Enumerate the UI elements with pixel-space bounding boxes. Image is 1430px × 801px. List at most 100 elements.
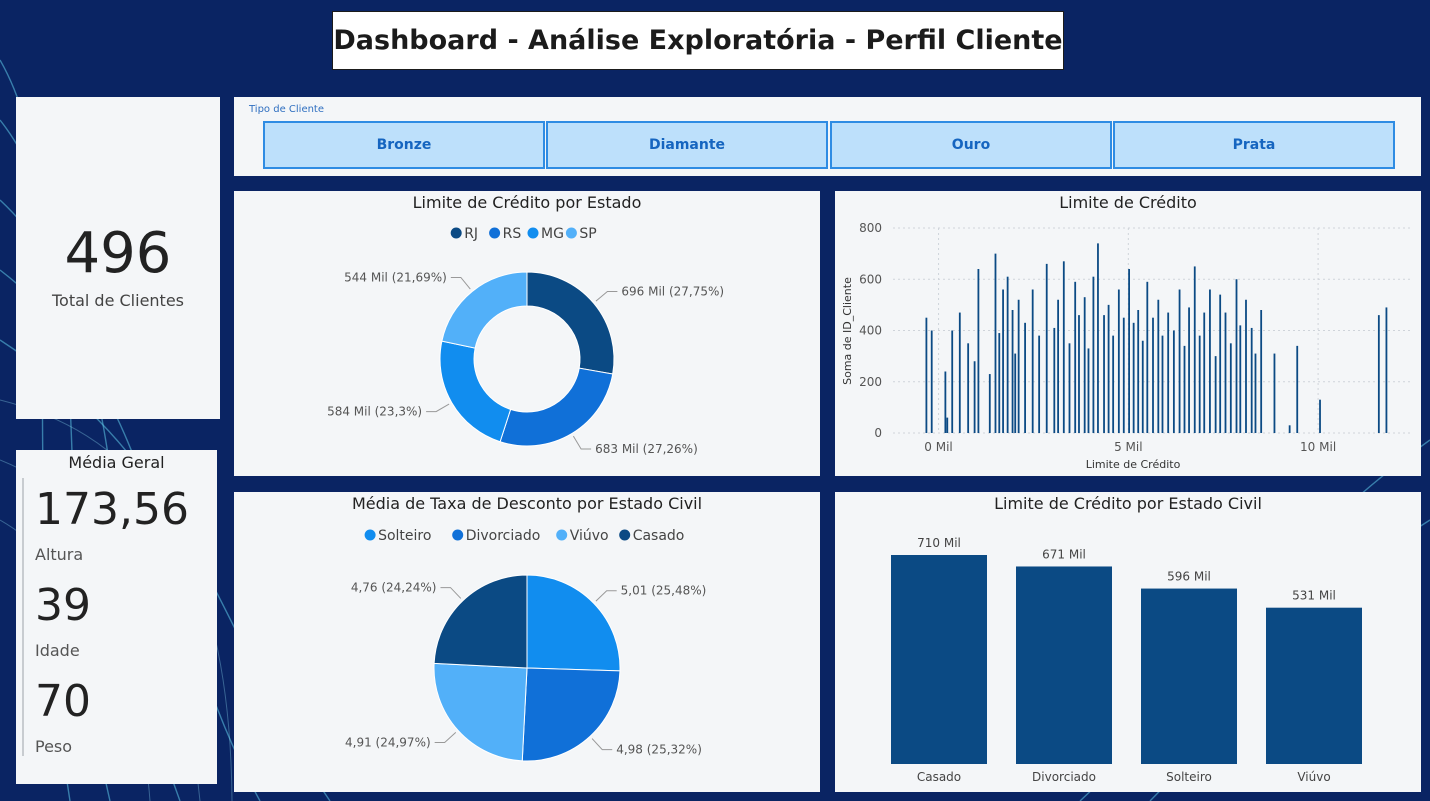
hist-bar <box>1017 299 1020 433</box>
pie-slice-solteiro <box>526 574 621 672</box>
donut-legend-marker-rj <box>450 227 462 239</box>
hist-bar <box>1074 281 1077 433</box>
kpi-total-clientes-label: Total de Clientes <box>51 291 185 310</box>
hist-bar <box>988 374 991 433</box>
pie-legend-marker-casado <box>619 529 631 541</box>
hist-bar <box>1146 281 1149 433</box>
bar-value-label-solteiro: 596 Mil <box>1167 570 1211 584</box>
hist-bar <box>958 312 961 433</box>
bar-category-label-casado: Casado <box>917 770 961 784</box>
hist-bar <box>1224 312 1227 433</box>
kpi-total-clientes-card: 496 Total de Clientes <box>16 97 220 419</box>
pie-label-viuvo: 4,91 (24,97%) <box>345 735 431 749</box>
donut-chart-card: Limite de Crédito por Estado RJ RS MG SP 696… <box>234 191 820 476</box>
hist-bar <box>1068 343 1071 433</box>
hist-bar <box>951 330 954 433</box>
hist-bar <box>1057 299 1060 433</box>
hist-bar <box>1157 299 1160 433</box>
pie-slice-divorciado <box>521 667 621 762</box>
hist-bar <box>1078 315 1080 433</box>
bar-casado <box>891 555 987 764</box>
slicer-label: Tipo de Cliente <box>249 104 325 115</box>
donut-slice-rs <box>499 367 614 447</box>
hist-bar <box>1209 289 1211 433</box>
pie-leader-viuvo <box>434 732 457 743</box>
hist-bar <box>1117 289 1120 433</box>
donut-slice-mg <box>439 340 512 443</box>
hist-bar <box>1045 263 1048 433</box>
slicer-option-bronze[interactable]: Bronze <box>263 121 545 169</box>
hist-bar <box>1219 294 1222 433</box>
bar-divorciado <box>1016 566 1112 764</box>
hist-bar <box>930 330 933 433</box>
bar-value-label-divorciado: 671 Mil <box>1042 547 1086 561</box>
hist-bar <box>1288 425 1291 433</box>
hist-bar <box>1132 322 1135 433</box>
tipo-cliente-slicer: Tipo de Cliente Bronze Diamante Ouro Pra… <box>234 97 1421 176</box>
hist-bar <box>1097 243 1099 433</box>
hist-bar <box>1172 330 1175 433</box>
hist-bar <box>1319 399 1321 433</box>
hist-bar <box>1062 261 1065 433</box>
hist-bar <box>1245 299 1247 433</box>
hist-bar <box>1229 343 1232 433</box>
hist-bar <box>1254 353 1257 433</box>
bar-value-label-casado: 710 Mil <box>917 536 961 550</box>
donut-chart: RJ RS MG SP 696 Mil (27,75%) 683 Mil (27,26%)… <box>327 226 724 456</box>
hist-xtick-0-mil: 0 Mil <box>924 440 952 454</box>
hist-bar <box>1161 335 1164 433</box>
pie-leader-divorciado <box>591 738 613 751</box>
pie-leader-casado <box>440 587 462 599</box>
pie-legend-marker-viuvo <box>556 529 568 541</box>
hist-bar <box>1031 289 1034 433</box>
limite-credito-chart: 0 200 400 600 800 0 Mil 5 Mil 10 Mil Limite de C… <box>841 221 1413 471</box>
hist-bar <box>1214 356 1217 433</box>
donut-legend-label-rs: RS <box>503 226 522 242</box>
hist-xlabel: Limite de Crédito <box>1086 458 1181 471</box>
hist-bar <box>1002 289 1004 433</box>
pie-chart-card: Média de Taxa de Desconto por Estado Civ… <box>234 492 820 792</box>
media-peso-value: 70 <box>35 676 91 727</box>
hist-bar <box>1024 322 1026 433</box>
donut-label-rs: 683 Mil (27,26%) <box>595 442 698 456</box>
hist-bar <box>1087 348 1090 433</box>
hist-bar <box>1107 304 1110 433</box>
hist-bar <box>994 253 997 433</box>
media-geral-title: Média Geral <box>68 453 165 472</box>
bar-solteiro <box>1141 588 1237 764</box>
pie-legend-label-viuvo: Viúvo <box>570 528 609 544</box>
media-altura-label: Altura <box>35 545 84 564</box>
hist-bar <box>946 417 949 433</box>
pie-label-solteiro: 5,01 (25,48%) <box>621 584 707 598</box>
hist-xtick-5-mil: 5 Mil <box>1114 440 1142 454</box>
hist-bar <box>1377 315 1380 433</box>
hist-xtick-10-mil: 10 Mil <box>1300 440 1336 454</box>
donut-label-rj: 696 Mil (27,75%) <box>621 284 724 298</box>
donut-legend-label-rj: RJ <box>464 226 478 242</box>
donut-legend-label-mg: MG <box>541 226 564 242</box>
donut-legend-label-sp: SP <box>579 226 596 242</box>
donut-legend-marker-rs <box>489 227 501 239</box>
hist-bar <box>1122 317 1125 433</box>
hist-bar <box>967 343 970 433</box>
slicer-option-ouro[interactable]: Ouro <box>830 121 1112 169</box>
pie-chart: Solteiro Divorciado Viúvo Casado 5,01 (25,48… <box>345 528 707 762</box>
donut-leader-rs <box>572 435 592 450</box>
hist-bar <box>944 371 947 433</box>
slicer-option-diamante[interactable]: Diamante <box>546 121 828 169</box>
hist-bar <box>1198 335 1201 433</box>
donut-legend-marker-sp <box>565 227 577 239</box>
hist-bar <box>1137 310 1140 433</box>
hist-bar <box>1178 289 1181 433</box>
hist-bar <box>1235 279 1238 433</box>
donut-label-sp: 544 Mil (21,69%) <box>344 270 447 284</box>
bar-value-label-viuvo: 531 Mil <box>1292 589 1336 603</box>
hist-ytick-200: 200 <box>859 375 882 389</box>
slicer-option-prata[interactable]: Prata <box>1113 121 1395 169</box>
hist-bar <box>1038 335 1041 433</box>
pie-leader-solteiro <box>595 590 617 602</box>
bar-category-label-solteiro: Solteiro <box>1166 770 1212 784</box>
hist-ylabel: Soma de ID_Cliente <box>841 277 854 385</box>
kpi-total-clientes-value: 496 <box>64 221 172 286</box>
donut-label-mg: 584 Mil (23,3%) <box>327 405 422 419</box>
